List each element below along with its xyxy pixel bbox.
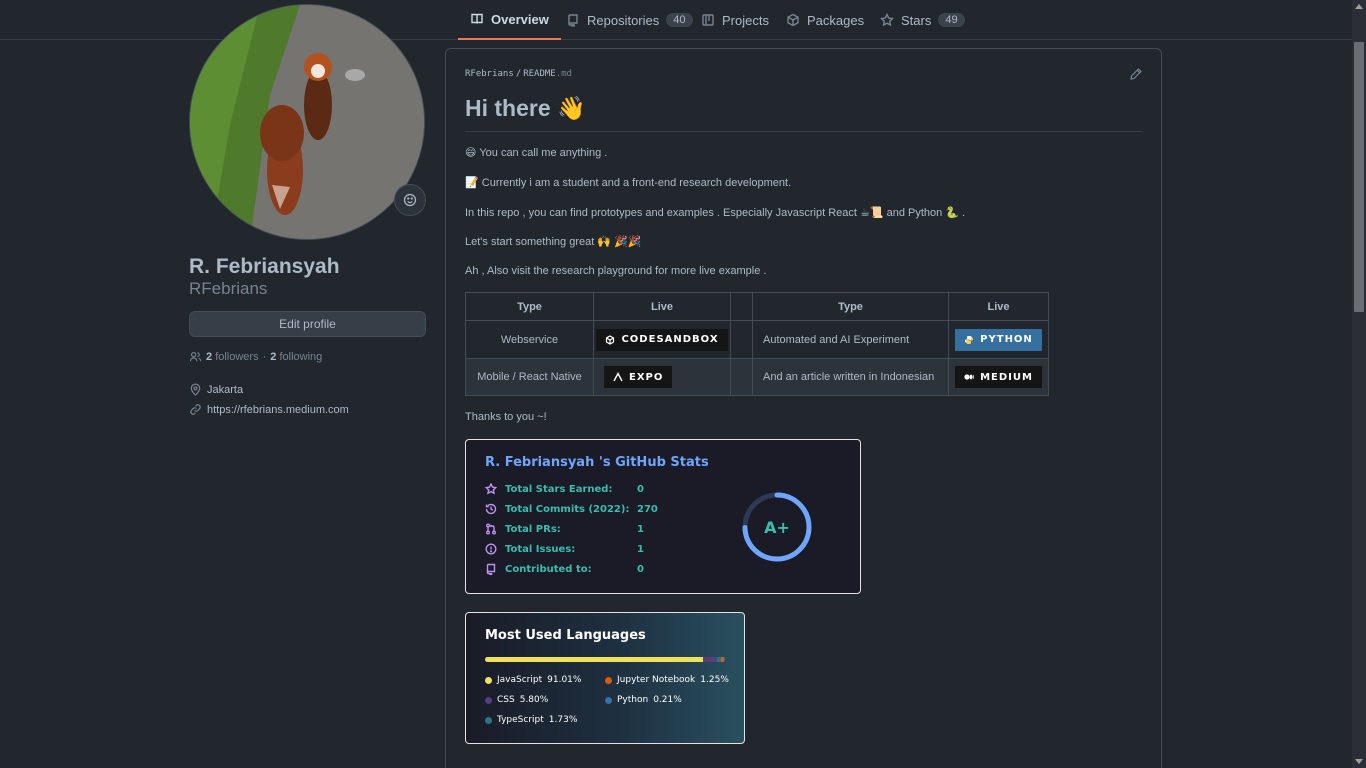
language-item: JavaScript 91.01% — [485, 675, 581, 685]
following-link[interactable]: 2 following — [270, 351, 322, 363]
table-header: Type — [465, 292, 594, 321]
stat-row-contributed: Contributed to: 0 — [485, 563, 644, 575]
table-cell: Automated and AI Experiment — [752, 320, 949, 359]
table-row: Webservice CODESANDBOX Automated and AI … — [465, 320, 1049, 359]
readme-line: 📝 Currently i am a student and a front-e… — [465, 177, 792, 189]
profile-login: RFebrians — [189, 279, 268, 298]
medium-badge[interactable]: MEDIUM — [955, 366, 1042, 388]
issue-icon — [485, 543, 497, 555]
language-item: Jupyter Notebook 1.25% — [605, 675, 729, 685]
table-cell: And an article written in Indonesian — [752, 358, 949, 396]
live-demos-table: Type Live Type Live Webservice CODESANDB… — [465, 292, 1049, 396]
language-item: Python 0.21% — [605, 695, 682, 705]
table-row: Mobile / React Native EXPO And an articl… — [465, 358, 1049, 396]
readme-line: In this repo , you can find prototypes a… — [465, 207, 966, 219]
profile-full-name: R. Febriansyah — [189, 255, 340, 278]
readme-line: 😄 You can call me anything . — [465, 147, 608, 159]
tab-repositories[interactable]: Repositories 40 — [554, 0, 705, 40]
table-cell — [730, 358, 753, 396]
scroll-down-arrow[interactable] — [1355, 759, 1363, 764]
repo-icon — [568, 14, 578, 27]
readme-heading: Hi there 👋 — [465, 95, 586, 121]
language-item: CSS 5.80% — [485, 695, 548, 705]
edit-profile-button[interactable]: Edit profile — [189, 311, 426, 337]
language-item: TypeScript 1.73% — [485, 715, 577, 725]
followers-link[interactable]: 2 followers — [206, 351, 259, 363]
readme-path: RFebrians / README.md — [465, 69, 572, 79]
languages-progress-bar — [485, 657, 725, 662]
profile-tab-nav: Overview Repositories 40 Projects Packag… — [0, 0, 1352, 40]
location-icon — [190, 383, 201, 396]
top-languages-card[interactable]: Most Used Languages JavaScript 91.01% CS… — [465, 612, 745, 744]
pencil-icon[interactable] — [1129, 67, 1143, 81]
language-dot — [605, 696, 612, 704]
repo-icon — [486, 563, 496, 575]
table-header: Live — [593, 292, 731, 321]
tab-packages[interactable]: Packages — [774, 0, 876, 40]
table-cell — [730, 320, 753, 359]
table-header: Live — [948, 292, 1049, 321]
codesandbox-badge[interactable]: CODESANDBOX — [596, 328, 728, 351]
tab-overview[interactable]: Overview — [458, 0, 561, 40]
stat-row-issues: Total Issues: 1 — [485, 543, 644, 555]
stars-count: 49 — [938, 13, 965, 27]
people-icon — [189, 351, 202, 362]
codesandbox-icon — [606, 334, 615, 345]
history-icon — [485, 503, 497, 515]
table-header: Type — [752, 292, 949, 321]
package-icon — [787, 13, 799, 27]
tab-stars[interactable]: Stars 49 — [868, 0, 977, 40]
heading-divider — [465, 131, 1142, 132]
readme-line: Let's start something great 🙌 🎉🎉 — [465, 236, 642, 248]
grade-ring: A+ — [742, 492, 812, 562]
follow-stats: 2 followers · 2 following — [189, 350, 322, 363]
medium-icon — [964, 374, 974, 380]
scrollbar-thumb[interactable] — [1354, 42, 1364, 312]
language-bar-segment — [703, 657, 718, 662]
link-icon — [190, 404, 201, 415]
star-icon — [880, 13, 894, 27]
project-icon — [702, 14, 714, 26]
scroll-up-arrow[interactable] — [1355, 4, 1363, 9]
grade-text: A+ — [764, 518, 790, 537]
table-cell: CODESANDBOX — [593, 320, 731, 359]
table-cell: Mobile / React Native — [465, 358, 594, 396]
stat-row-prs: Total PRs: 1 — [485, 523, 644, 535]
language-bar-segment — [485, 657, 704, 662]
stat-row-stars: Total Stars Earned: 0 — [485, 483, 644, 495]
python-icon — [965, 335, 974, 344]
page-scrollbar[interactable] — [1352, 0, 1366, 768]
profile-readme: RFebrians / README.md Hi there 👋 😄 You can… — [445, 48, 1162, 768]
language-dot — [485, 696, 492, 704]
table-cell: MEDIUM — [948, 358, 1049, 396]
set-status-button[interactable] — [394, 184, 426, 216]
smiley-icon — [403, 193, 417, 207]
tab-projects[interactable]: Projects — [689, 0, 781, 40]
table-cell: EXPO — [593, 358, 731, 396]
stats-card-title: R. Febriansyah 's GitHub Stats — [485, 455, 709, 470]
language-dot — [605, 676, 612, 684]
python-badge[interactable]: PYTHON — [955, 328, 1042, 351]
languages-card-title: Most Used Languages — [485, 628, 646, 643]
star-icon — [485, 483, 497, 495]
readme-line: Ah , Also visit the research playground … — [465, 265, 767, 277]
expo-icon — [613, 372, 623, 382]
profile-website[interactable]: https://rfebrians.medium.com — [189, 403, 349, 416]
language-dot — [485, 716, 492, 724]
stat-row-commits: Total Commits (2022): 270 — [485, 503, 658, 515]
language-bar-segment — [724, 657, 725, 662]
language-dot — [485, 676, 492, 684]
avatar[interactable] — [189, 4, 425, 240]
table-cell: PYTHON — [948, 320, 1049, 359]
table-header — [730, 292, 753, 321]
readme-thanks: Thanks to you ~! — [465, 411, 547, 423]
profile-location: Jakarta — [189, 383, 243, 396]
expo-badge[interactable]: EXPO — [604, 366, 673, 388]
red-panda-photo — [190, 5, 424, 239]
table-cell: Webservice — [465, 320, 594, 359]
book-icon — [471, 13, 483, 24]
github-stats-card[interactable]: R. Febriansyah 's GitHub Stats Total Sta… — [465, 439, 861, 594]
pull-request-icon — [486, 523, 496, 535]
